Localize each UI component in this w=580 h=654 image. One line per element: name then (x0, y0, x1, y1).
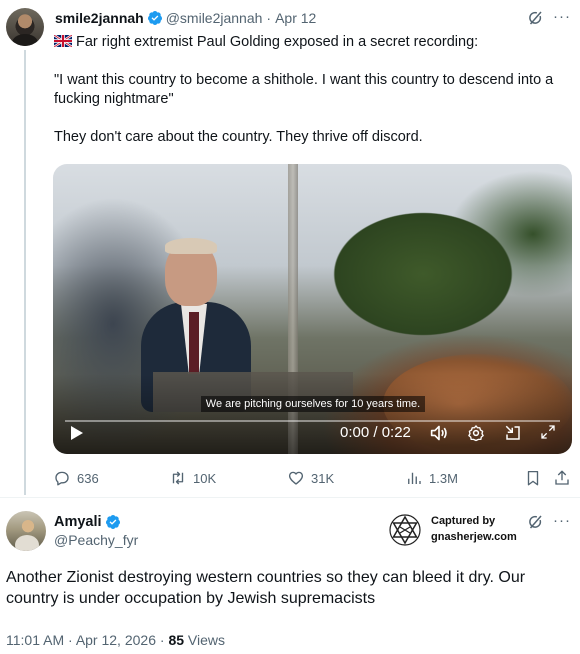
repost-icon (172, 471, 184, 485)
separator-dot: · (266, 10, 272, 26)
share-icon (555, 470, 569, 485)
video-controls-shade (53, 374, 572, 454)
thread-line (24, 50, 26, 495)
tweet-full-date[interactable]: Apr 12, 2026 (76, 632, 156, 648)
more-options-icon[interactable]: ··· (553, 8, 571, 25)
avatar[interactable] (6, 8, 44, 46)
like-count: 31K (311, 470, 335, 486)
tweet-text-line1: Far right extremist Paul Golding exposed… (76, 34, 479, 50)
settings-gear-icon[interactable] (467, 424, 485, 442)
author-name[interactable]: smile2jannah (55, 9, 144, 27)
reply-author-row: Amyali (54, 513, 124, 531)
minimize-player-icon[interactable] (504, 424, 522, 442)
tweet-time[interactable]: 11:01 AM (6, 632, 64, 648)
tweet-text: Far right extremist Paul Golding exposed… (54, 33, 564, 147)
share-button[interactable] (553, 469, 577, 487)
views-button[interactable]: 1.3M (405, 469, 458, 487)
like-button[interactable]: 31K (287, 469, 334, 487)
grok-icon[interactable] (526, 513, 544, 531)
video-frame-person-hair (165, 238, 217, 254)
repost-button[interactable]: 10K (169, 469, 216, 487)
bookmark-button[interactable] (524, 469, 548, 487)
views-chart-icon (408, 472, 421, 484)
stamp-line1: Captured by (431, 515, 496, 527)
video-time: 0:00 / 0:22 (340, 424, 411, 441)
reply-count: 636 (77, 470, 99, 486)
views-label: Views (187, 632, 225, 648)
repost-count: 10K (193, 470, 217, 486)
video-player[interactable]: We are pitching ourselves for 10 years t… (53, 164, 572, 454)
volume-icon[interactable] (429, 424, 449, 442)
tweet-date[interactable]: Apr 12 (275, 9, 316, 27)
play-icon[interactable] (71, 426, 83, 440)
original-tweet: smile2jannah @smile2jannah · Apr 12 ··· … (0, 0, 580, 496)
author-handle[interactable]: @smile2jannah (166, 9, 263, 27)
tweet-quote: "I want this country to become a shithol… (54, 72, 558, 107)
uk-flag-icon (54, 35, 72, 47)
fullscreen-icon[interactable] (540, 424, 556, 440)
views-number: 85 (168, 632, 185, 648)
bookmark-icon (527, 470, 539, 486)
tweet-comment: They don't care about the country. They … (54, 129, 423, 145)
reply-tweet: Amyali @Peachy_fyr Captured by gnasherje… (0, 498, 580, 654)
verified-badge-icon (147, 11, 162, 25)
separator-dot: · (68, 632, 73, 648)
tweet-header: smile2jannah @smile2jannah · Apr 12 (55, 9, 316, 27)
tweet-actions: 636 10K 31K 1.3M (53, 469, 573, 489)
reply-text: Another Zionist destroying western count… (6, 569, 526, 607)
verified-badge-icon (105, 515, 120, 529)
capture-stamp: Captured by gnasherjew.com (387, 511, 527, 547)
grok-icon[interactable] (526, 9, 544, 27)
video-frame-person-tie (189, 312, 199, 374)
more-options-icon[interactable]: ··· (553, 512, 571, 529)
reply-author-name[interactable]: Amyali (54, 513, 102, 531)
separator-dot: · (159, 632, 165, 648)
tweet-meta: 11:01 AM · Apr 12, 2026 · 85 Views (6, 631, 225, 649)
star-of-david-logo-icon (389, 514, 421, 546)
heart-icon (288, 471, 304, 485)
video-subtitle: We are pitching ourselves for 10 years t… (201, 396, 425, 412)
video-progress-bar[interactable] (65, 420, 560, 422)
stamp-line2: gnasherjew.com (431, 531, 517, 543)
views-count: 1.3M (429, 470, 458, 486)
reply-icon (55, 471, 69, 486)
avatar[interactable] (6, 511, 46, 551)
reply-button[interactable]: 636 (53, 469, 99, 487)
reply-author-handle[interactable]: @Peachy_fyr (54, 531, 138, 549)
